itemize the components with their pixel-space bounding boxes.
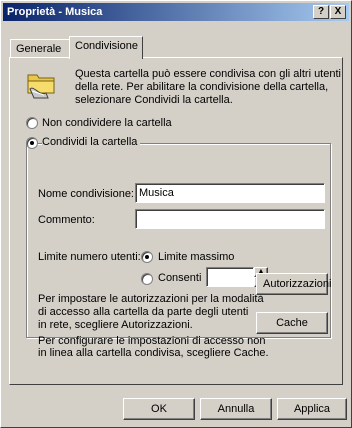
ok-button[interactable]: OK — [123, 398, 195, 420]
no-share-label[interactable]: Non condividere la cartella — [42, 117, 172, 129]
cancel-button[interactable]: Annulla — [200, 398, 272, 420]
permissions-line: in rete, scegliere Autorizzazioni. — [38, 319, 193, 331]
max-limit-radio[interactable] — [141, 251, 153, 263]
permissions-line: di accesso alla cartella da parte degli … — [38, 306, 249, 318]
cache-line: in linea alla cartella condivisa, scegli… — [38, 347, 269, 359]
max-limit-label[interactable]: Limite massimo — [158, 251, 234, 263]
shared-folder-icon — [27, 74, 55, 99]
allow-users-label[interactable]: Consenti — [158, 272, 201, 284]
properties-dialog: Proprietà - Musica ? X Generale Condivis… — [0, 0, 352, 428]
tab-generale-label: Generale — [16, 43, 62, 55]
close-button[interactable]: X — [330, 5, 346, 19]
info-line: selezionare Condividi la cartella. — [75, 94, 233, 106]
tab-condivisione[interactable]: Condivisione — [69, 36, 143, 59]
no-share-radio[interactable] — [26, 117, 38, 129]
title-bar: Proprietà - Musica ? X — [3, 3, 349, 21]
window-title: Proprietà - Musica — [7, 6, 103, 18]
help-button[interactable]: ? — [313, 5, 329, 19]
comment-field[interactable] — [135, 209, 325, 229]
tab-generale[interactable]: Generale — [10, 39, 70, 57]
permissions-line: Per impostare le autorizzazioni per la m… — [38, 293, 264, 305]
info-line: della rete. Per abilitare la condivision… — [75, 81, 329, 93]
share-radio[interactable] — [26, 137, 38, 149]
user-count-field[interactable] — [206, 267, 254, 287]
permissions-button[interactable]: Autorizzazioni — [256, 273, 331, 295]
cache-line: Per configurare le impostazioni di acces… — [38, 335, 266, 347]
allow-users-radio[interactable] — [141, 273, 153, 285]
share-name-field[interactable]: Musica — [135, 183, 325, 203]
info-line: Questa cartella può essere condivisa con… — [75, 68, 341, 80]
share-name-label: Nome condivisione: — [38, 188, 134, 200]
permissions-text: Per impostare le autorizzazioni per la m… — [38, 293, 264, 332]
tab-condivisione-label: Condivisione — [75, 40, 138, 52]
share-label[interactable]: Condividi la cartella — [42, 136, 141, 148]
apply-button[interactable]: Applica — [277, 398, 347, 420]
info-text: Questa cartella può essere condivisa con… — [75, 68, 341, 107]
cache-text: Per configurare le impostazioni di acces… — [38, 335, 269, 359]
comment-label: Commento: — [38, 214, 95, 226]
cache-button[interactable]: Cache — [256, 312, 328, 334]
user-limit-label: Limite numero utenti: — [38, 251, 141, 263]
